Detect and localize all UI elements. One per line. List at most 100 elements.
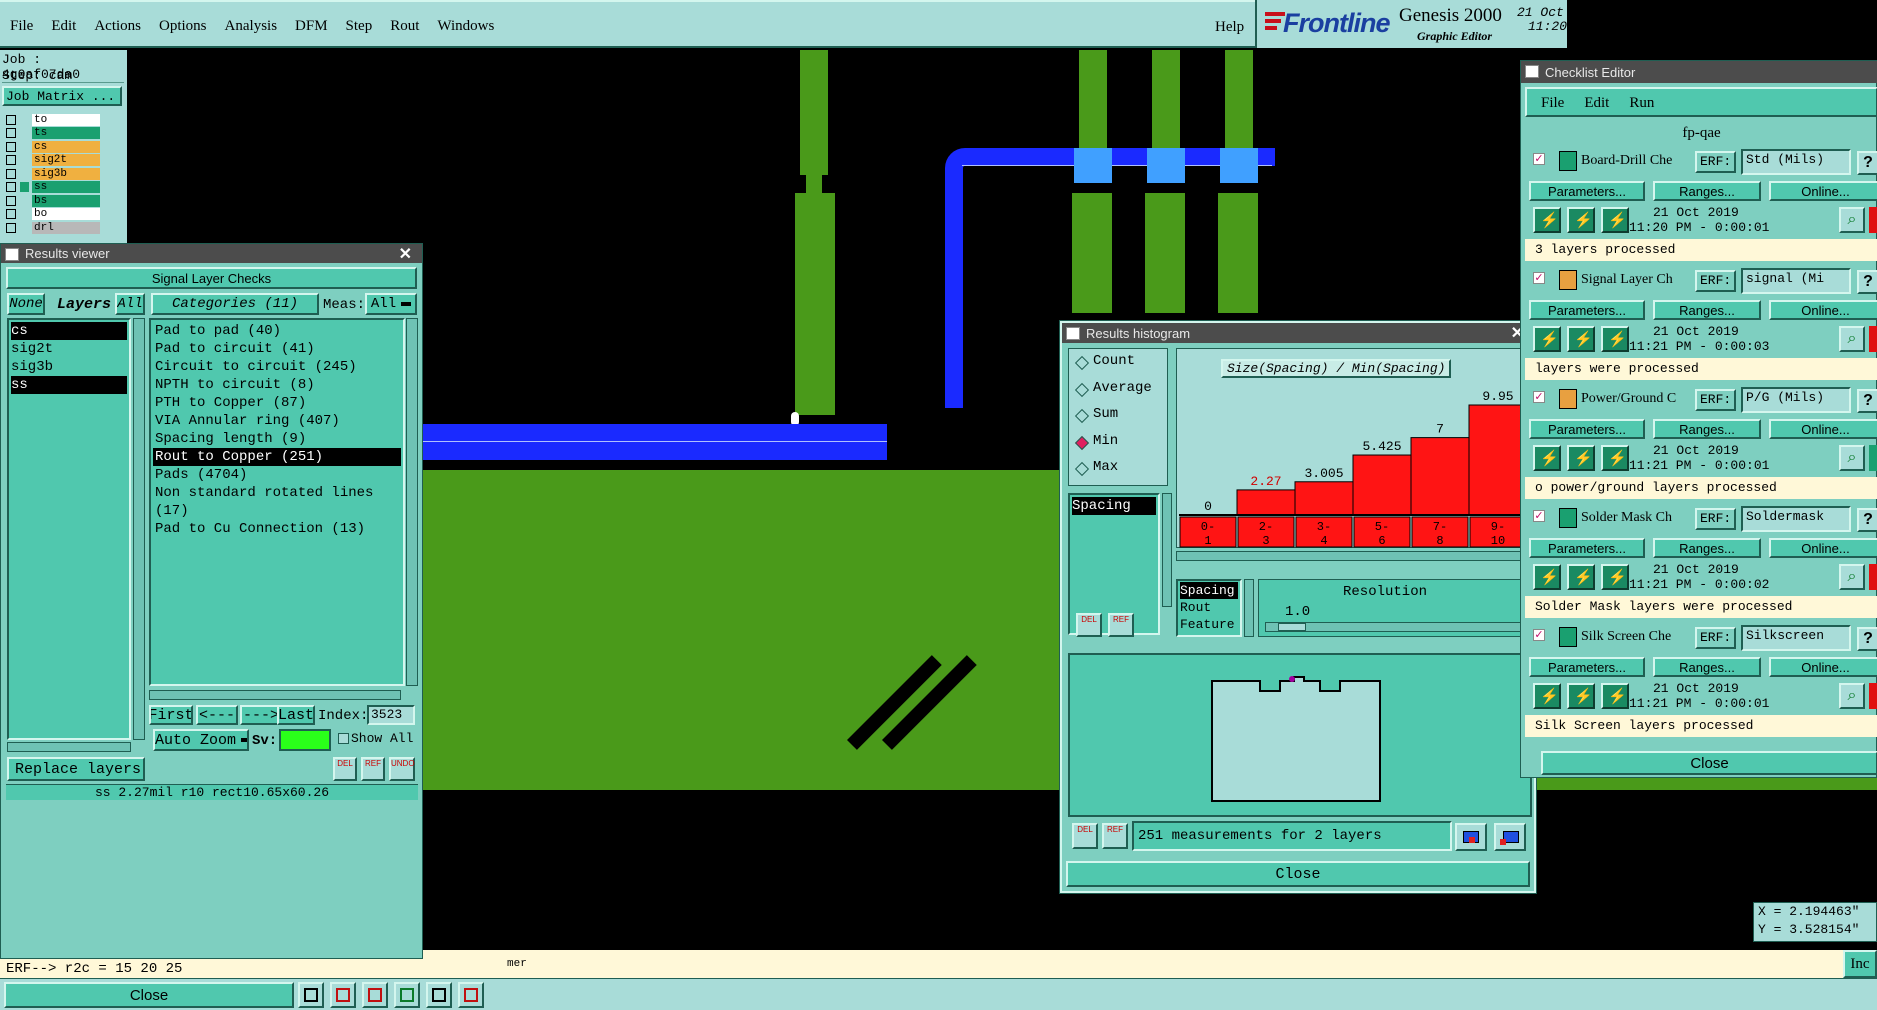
item-name[interactable]: Board-Drill Che [1581,153,1689,169]
del-button[interactable]: DEL [1076,613,1102,637]
item-name[interactable]: Power/Ground C [1581,391,1689,407]
meas-dropdown[interactable]: All [365,293,417,315]
chart-settings-icon[interactable] [1455,823,1487,851]
results-viewer-titlebar[interactable]: Results viewer ✕ [1,244,422,263]
last-button[interactable]: Last [277,705,315,725]
layer-hscroll[interactable] [7,742,131,752]
run-step-icon[interactable]: ⚡ [1601,207,1629,233]
checklist-menu-run[interactable]: Run [1629,95,1654,112]
layer-list-item[interactable]: ss [11,376,127,394]
help-menu[interactable]: Help [1215,19,1244,36]
online-button[interactable]: Online... [1769,657,1877,677]
category-item[interactable]: VIA Annular ring (407) [153,412,401,430]
zoom-icon[interactable]: ⌕ [1839,445,1865,471]
run-all-icon[interactable]: ⚡ [1567,564,1595,590]
erf-value[interactable]: signal (Mi [1741,268,1851,294]
histogram-titlebar[interactable]: Results histogram ✕ [1062,323,1534,343]
layer-row[interactable]: bs [2,194,124,208]
erf-value[interactable]: Silkscreen [1741,625,1851,651]
prev-button[interactable]: <--- [196,705,238,725]
online-button[interactable]: Online... [1769,181,1877,201]
ranges-button[interactable]: Ranges... [1653,300,1761,320]
chart-hscroll[interactable] [1176,551,1532,561]
histogram-bar[interactable] [1352,454,1412,516]
layer-listbox[interactable]: cs sig2t sig3b ss [7,318,131,740]
grid-icon[interactable] [394,982,420,1008]
histogram-bar[interactable] [1410,437,1470,516]
erf-value[interactable]: Std (Mils) [1741,149,1851,175]
measure-icon[interactable] [298,982,324,1008]
category-hscroll[interactable] [149,690,401,700]
checklist-close-button[interactable]: Close [1541,751,1877,775]
histogram-icon[interactable] [458,982,484,1008]
histogram-close-button[interactable]: Close [1066,861,1530,887]
layer-checkbox[interactable] [6,209,16,220]
auto-zoom-dropdown[interactable]: Auto Zoom [153,729,249,751]
snapshot-icon[interactable] [330,982,356,1008]
ranges-button[interactable]: Ranges... [1653,181,1761,201]
categories-button[interactable]: Categories (11) [151,293,319,315]
mode-option-count[interactable]: Count [1069,349,1167,376]
erf-value[interactable]: P/G (Mils) [1741,387,1851,413]
layer-checkbox[interactable] [6,195,16,206]
zoom-icon[interactable]: ⌕ [1839,207,1865,233]
next-button[interactable]: ---> [240,705,282,725]
measure-list-item[interactable]: Spacing [1072,497,1156,515]
item-name[interactable]: Signal Layer Ch [1581,272,1689,288]
histogram-bar[interactable] [1236,489,1296,516]
category-item[interactable]: PTH to Copper (87) [153,394,401,412]
show-all-checkbox[interactable] [338,733,349,744]
ranges-button[interactable]: Ranges... [1653,657,1761,677]
item-check-icon[interactable]: ✓ [1533,391,1545,403]
online-button[interactable]: Online... [1769,538,1877,558]
category-item[interactable]: Pad to Cu Connection (13) [153,520,401,538]
type-listbox[interactable]: Spacing Rout Feature [1176,579,1242,637]
run-step-icon[interactable]: ⚡ [1601,326,1629,352]
item-check-icon[interactable]: ✓ [1533,629,1545,641]
online-button[interactable]: Online... [1769,419,1877,439]
parameters-button[interactable]: Parameters... [1529,181,1645,201]
checklist-menu-edit[interactable]: Edit [1584,95,1609,112]
run-all-icon[interactable]: ⚡ [1567,683,1595,709]
layer-list-item[interactable]: sig2t [11,340,127,358]
layer-vscroll[interactable] [133,318,145,740]
category-item[interactable]: Pads (4704) [153,466,401,484]
close-icon[interactable]: ✕ [399,244,412,264]
parameters-button[interactable]: Parameters... [1529,419,1645,439]
layer-row[interactable]: sig2t [2,154,124,167]
run-icon[interactable]: ⚡ [1533,326,1561,352]
layer-name[interactable]: sig2t [32,154,100,167]
clear-icon[interactable] [362,982,388,1008]
run-step-icon[interactable]: ⚡ [1601,683,1629,709]
layer-name[interactable]: bs [32,194,100,207]
item-name[interactable]: Solder Mask Ch [1581,510,1689,526]
ref-button[interactable]: REF [1102,823,1128,849]
histogram-bar[interactable] [1294,481,1354,516]
menu-step[interactable]: Step [346,18,373,35]
run-icon[interactable]: ⚡ [1533,683,1561,709]
run-icon[interactable]: ⚡ [1533,207,1561,233]
mode-option-min[interactable]: Min [1069,429,1167,456]
ranges-button[interactable]: Ranges... [1653,419,1761,439]
measure-list-vscroll[interactable] [1162,493,1172,607]
help-button[interactable]: ? [1857,270,1877,294]
chart-export-icon[interactable] [1494,823,1526,851]
category-vscroll[interactable] [406,318,418,686]
replace-layers-button[interactable]: Replace layers [7,757,145,781]
layer-row[interactable]: ss [2,181,124,194]
item-name[interactable]: Silk Screen Che [1581,629,1689,645]
run-step-icon[interactable]: ⚡ [1601,445,1629,471]
layer-checkbox[interactable] [6,155,16,166]
del-button[interactable]: DEL [1072,823,1098,849]
layer-row[interactable]: cs [2,140,124,154]
layer-name[interactable]: ss [32,181,100,194]
ref-button[interactable]: REF [1108,613,1134,637]
resolution-slider[interactable] [1265,622,1525,632]
run-all-icon[interactable]: ⚡ [1567,326,1595,352]
menu-edit[interactable]: Edit [51,18,76,35]
layer-row[interactable]: to [2,114,124,127]
all-layers-button[interactable]: All [115,293,145,315]
type-option[interactable]: Feature [1180,616,1238,633]
category-listbox[interactable]: Pad to pad (40) Pad to circuit (41) Circui… [149,318,405,686]
zoom-icon[interactable]: ⌕ [1839,564,1865,590]
